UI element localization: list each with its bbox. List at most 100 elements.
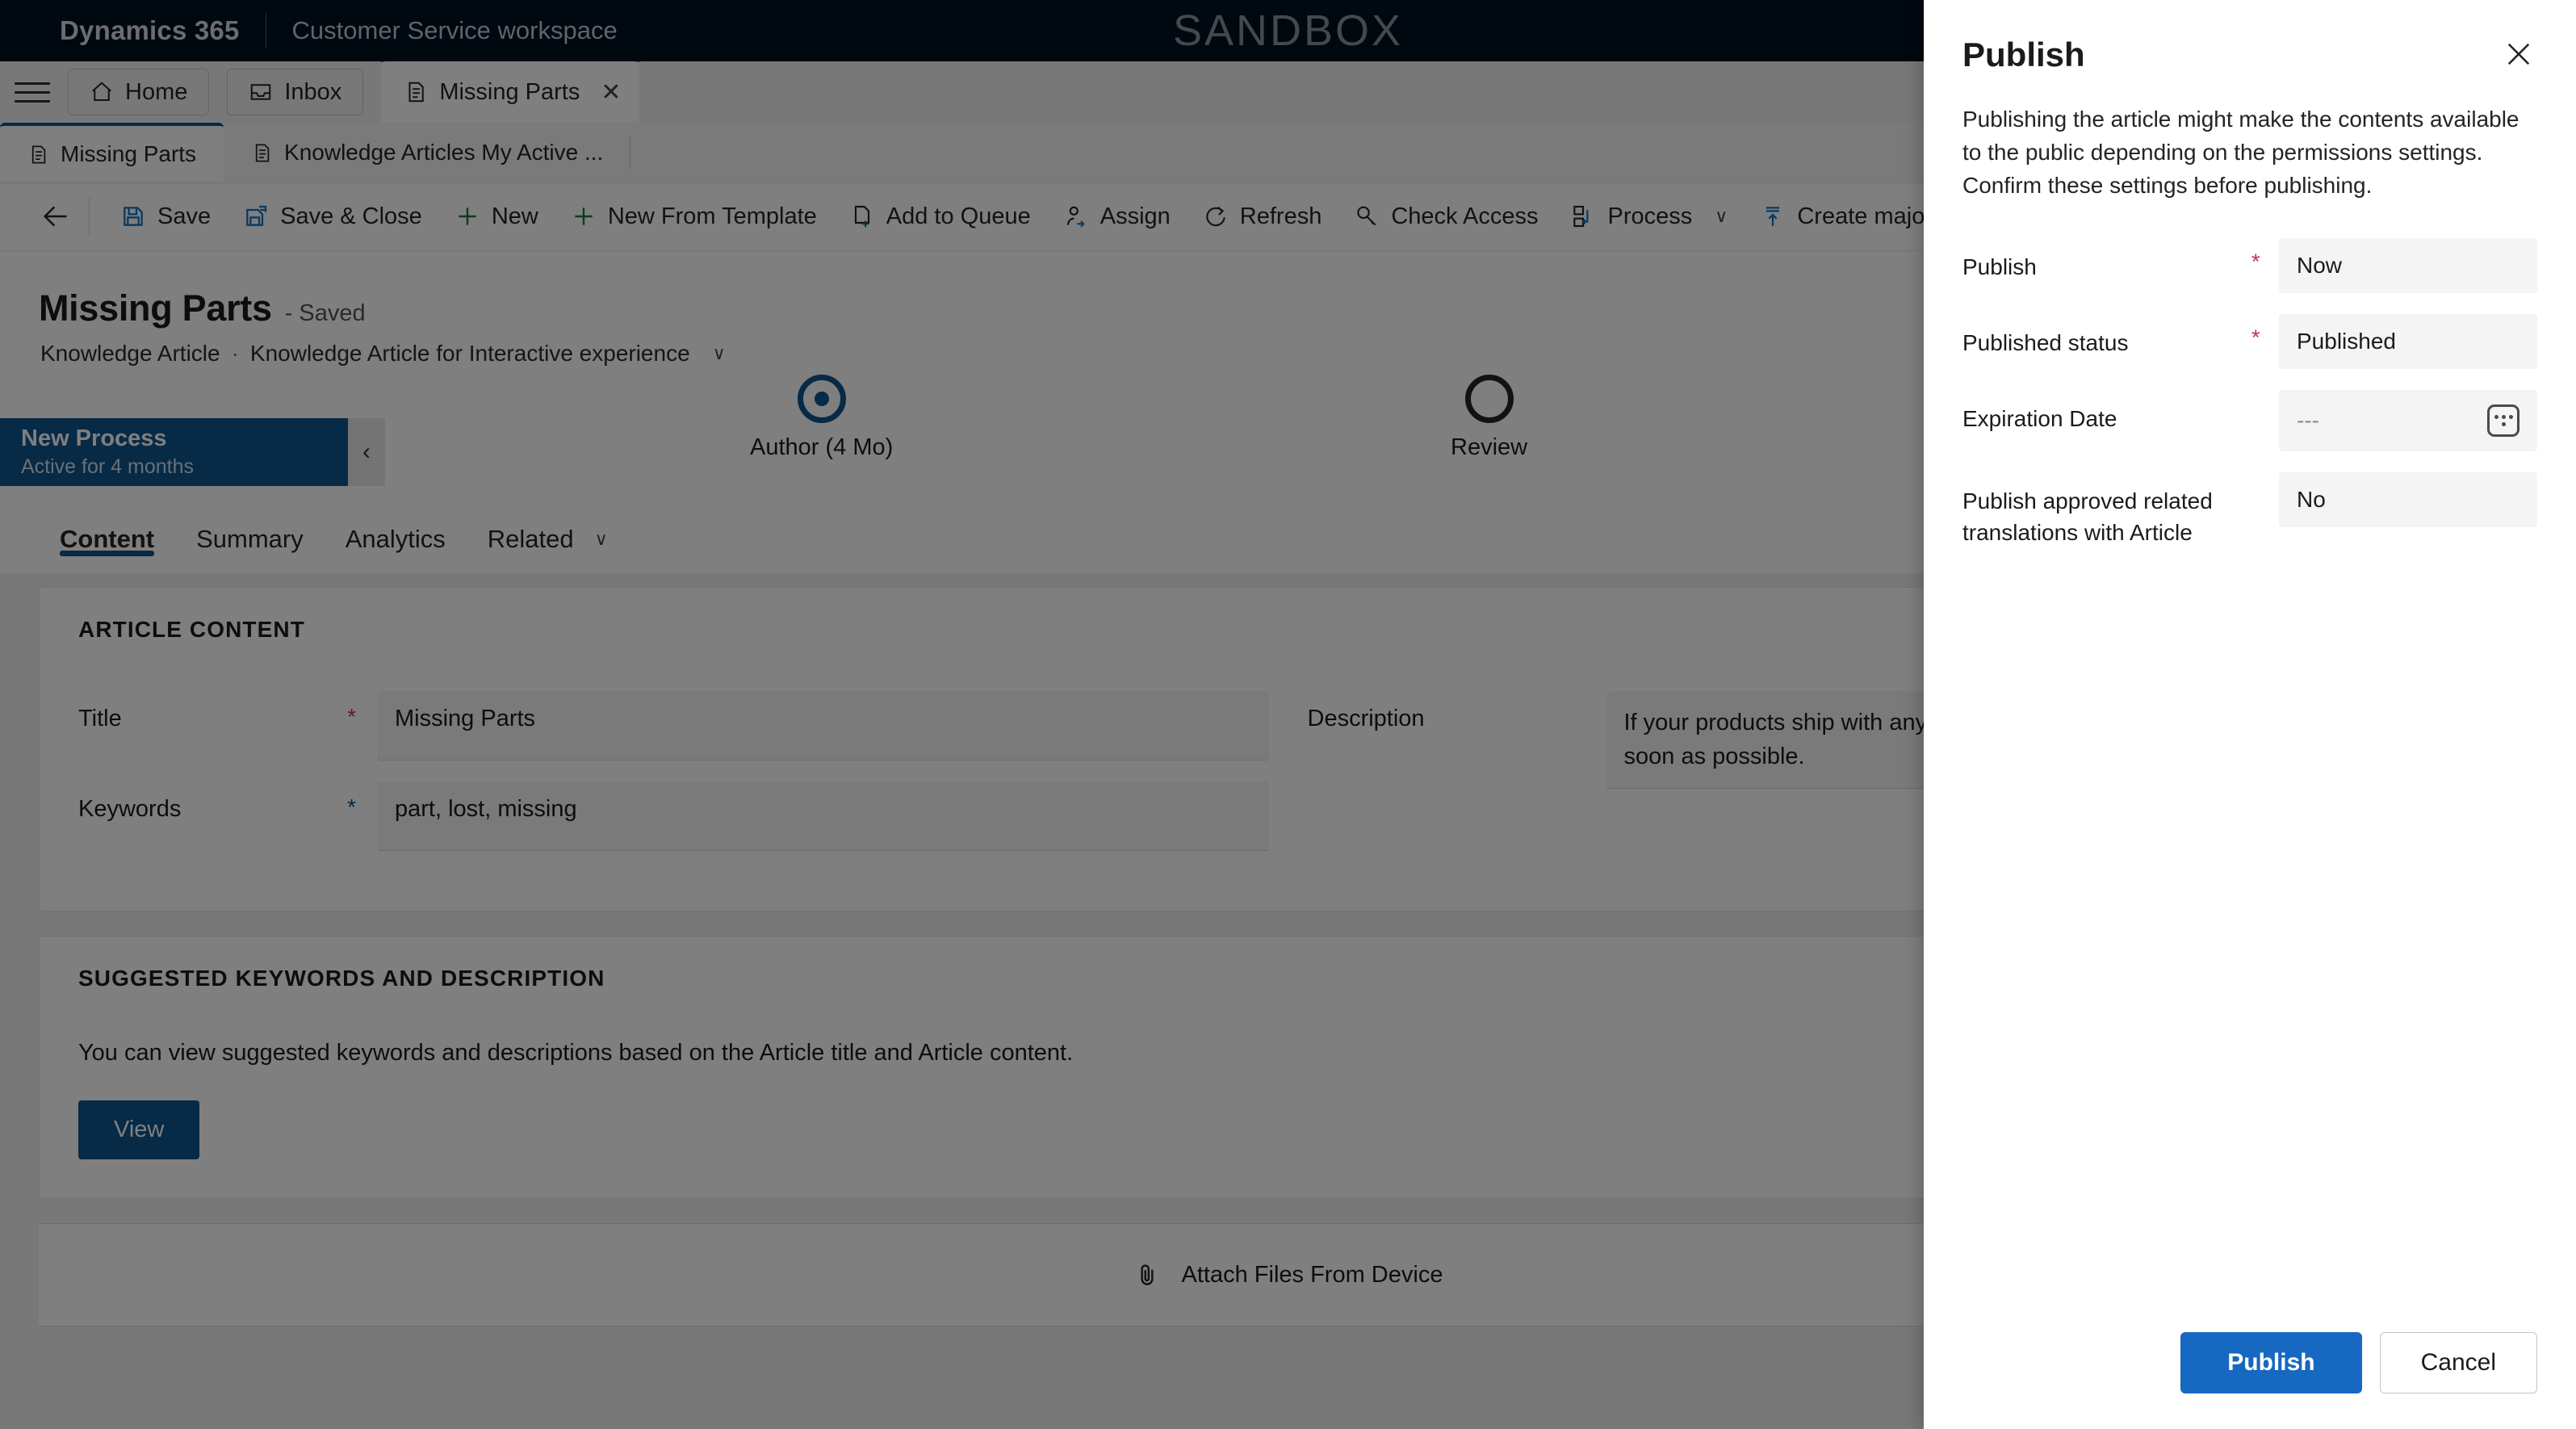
publish-field-label: Published status (1962, 329, 2129, 355)
session-tab-inbox[interactable]: Inbox (227, 69, 364, 115)
command-label: Save (157, 203, 212, 229)
publish-panel-footer: Publish Cancel (1924, 1332, 2576, 1429)
view-button[interactable]: View (78, 1100, 200, 1159)
plus-icon (459, 207, 476, 225)
app-tab-knowledge-articles[interactable]: Knowledge Articles My Active ... (224, 123, 631, 182)
publish-field-label: Publish approved related translations wi… (1962, 488, 2213, 546)
publish-panel-header: Publish (1924, 0, 2576, 74)
chevron-down-icon[interactable]: ∨ (1715, 206, 1728, 227)
session-tab-label: Missing Parts (439, 78, 580, 105)
cancel-button[interactable]: Cancel (2379, 1332, 2537, 1393)
date-picker-icon[interactable] (2487, 404, 2519, 437)
save-state-label: - Saved (284, 300, 366, 326)
save-and-close-icon (246, 205, 267, 226)
process-summary-card[interactable]: New Process Active for 4 months (0, 418, 348, 486)
tab-related[interactable]: Related ∨ (467, 505, 629, 563)
field-label-wrap: Description (1308, 691, 1606, 732)
article-icon (255, 143, 270, 162)
tab-label: Related (487, 525, 574, 553)
publish-panel: Publish Publishing the article might mak… (1924, 0, 2576, 1429)
chevron-down-icon[interactable]: ∨ (595, 529, 608, 550)
tab-label: Analytics (345, 525, 446, 553)
publish-panel-description: Publishing the article might make the co… (1962, 107, 2519, 198)
process-stage-author[interactable]: Author (4 Mo) (750, 375, 893, 461)
command-label: Assign (1100, 203, 1171, 229)
publish-translations-value: No (2297, 486, 2326, 512)
process-name: New Process (21, 425, 167, 451)
command-label: Process (1607, 203, 1693, 229)
stage-label: Author (4 Mo) (750, 434, 894, 460)
command-label: Refresh (1239, 203, 1322, 229)
new-from-template-button[interactable]: New From Template (555, 191, 833, 241)
refresh-button[interactable]: Refresh (1187, 191, 1338, 241)
required-marker: * (347, 794, 356, 819)
process-stage-review[interactable]: Review (1451, 375, 1527, 461)
stage-label: Review (1451, 434, 1528, 460)
command-label: Create major (1797, 203, 1933, 229)
publish-panel-form: Publish * Now Published status * Publish… (1924, 203, 2576, 571)
command-label: Check Access (1391, 203, 1539, 229)
breadcrumb-separator: · (231, 341, 239, 366)
published-status-select[interactable]: Published (2279, 313, 2537, 369)
arrow-left-icon[interactable] (37, 198, 74, 235)
create-major-version-button[interactable]: Create major (1744, 191, 1949, 241)
publish-button[interactable]: Publish (2180, 1332, 2362, 1393)
tab-label: Content (60, 525, 155, 553)
process-button[interactable]: Process ∨ (1554, 191, 1744, 241)
field-label-wrap: Keywords * (78, 782, 377, 823)
process-icon (1573, 205, 1589, 228)
entity-name: Knowledge Article (40, 341, 220, 366)
publish-when-value: Now (2297, 252, 2343, 278)
paperclip-icon (1140, 1264, 1154, 1285)
publish-field-label: Publish (1962, 254, 2037, 279)
publish-field-label: Expiration Date (1962, 405, 2117, 431)
check-access-button[interactable]: Check Access (1338, 191, 1554, 241)
chevron-left-icon[interactable]: ‹ (348, 418, 385, 486)
command-label: Add to Queue (886, 203, 1031, 229)
session-tab-label: Home (125, 78, 188, 105)
article-icon (408, 82, 425, 103)
field-label-wrap: Title * (78, 691, 377, 732)
field-keywords: Keywords * part, lost, missing (78, 782, 1269, 851)
required-marker: * (2251, 325, 2260, 350)
field-label: Keywords (78, 796, 182, 822)
chevron-down-icon[interactable]: ∨ (713, 343, 726, 364)
command-label: New (491, 203, 538, 229)
keywords-input[interactable]: part, lost, missing (377, 782, 1269, 851)
publish-when-select[interactable]: Now (2279, 237, 2537, 293)
article-icon (31, 145, 46, 164)
title-input[interactable]: Missing Parts (377, 691, 1269, 761)
process-duration: Active for 4 months (21, 455, 194, 478)
app-tab-missing-parts[interactable]: Missing Parts (0, 123, 224, 182)
tab-summary[interactable]: Summary (175, 505, 325, 563)
attach-files-label: Attach Files From Device (1181, 1261, 1443, 1288)
save-icon (124, 207, 143, 226)
tab-label: Summary (196, 525, 304, 553)
required-marker: * (2251, 249, 2260, 274)
plus-icon (575, 207, 593, 225)
session-tab-missing-parts[interactable]: Missing Parts ✕ (381, 57, 639, 123)
command-label: New From Template (607, 203, 817, 229)
required-marker (2251, 390, 2279, 401)
form-selector-label[interactable]: Knowledge Article for Interactive experi… (250, 341, 690, 367)
app-tab-label: Knowledge Articles My Active ... (284, 140, 604, 165)
publish-translations-select[interactable]: No (2279, 471, 2537, 527)
assign-button[interactable]: Assign (1047, 191, 1187, 241)
close-icon[interactable] (2497, 32, 2540, 76)
required-marker: * (347, 704, 356, 729)
add-to-queue-button[interactable]: Add to Queue (833, 191, 1047, 241)
expiration-date-input[interactable]: --- (2279, 389, 2537, 451)
save-button[interactable]: Save (104, 191, 227, 241)
field-label: Title (78, 706, 122, 731)
close-icon[interactable]: ✕ (601, 78, 621, 107)
new-button[interactable]: New (438, 191, 555, 241)
save-and-close-button[interactable]: Save & Close (227, 191, 438, 241)
tab-analytics[interactable]: Analytics (325, 505, 467, 563)
app-tab-label: Missing Parts (61, 141, 197, 166)
required-marker (2251, 472, 2279, 484)
tab-content[interactable]: Content (39, 505, 175, 563)
publish-translations-field-row: Publish approved related translations wi… (1962, 471, 2537, 550)
hamburger-menu-icon[interactable] (15, 82, 50, 103)
field-title: Title * Missing Parts (78, 691, 1269, 761)
session-tab-home[interactable]: Home (68, 69, 210, 115)
